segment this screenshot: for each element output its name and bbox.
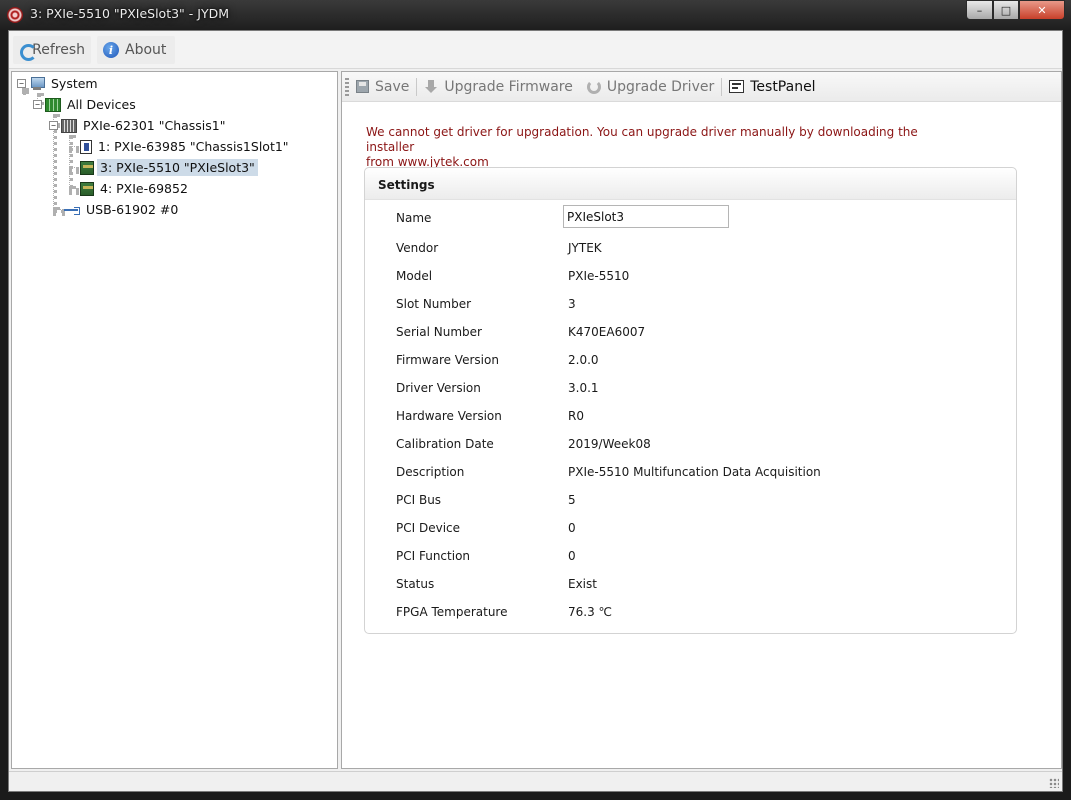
test-panel-icon [729,80,745,93]
settings-key: Hardware Version [396,409,502,423]
status-bar [9,771,1062,791]
refresh-label: Refresh [32,42,85,58]
settings-value: 76.3 ℃ [568,605,613,619]
settings-value: PXIe-5510 [568,269,630,283]
settings-value: R0 [568,409,584,423]
download-icon [424,79,438,94]
settings-value: 0 [568,521,576,535]
usb-icon [62,203,80,217]
main-window: Refresh i About − System − All Devices − [8,30,1063,792]
settings-value: 3 [568,297,576,311]
upgrade-firmware-label: Upgrade Firmware [444,78,573,95]
settings-key: Firmware Version [396,353,499,367]
settings-value: Exist [568,577,597,591]
tree-node-system[interactable]: − System [17,74,101,93]
info-icon: i [103,42,119,58]
computer-icon [29,76,45,91]
settings-value: 2.0.0 [568,353,599,367]
close-button[interactable]: ✕ [1019,0,1065,20]
device-detail-panel: Save Upgrade Firmware Upgrade Driver Tes… [341,71,1062,769]
settings-key: FPGA Temperature [396,605,508,619]
settings-value: 5 [568,493,576,507]
collapse-toggle-icon[interactable]: − [17,79,26,88]
driver-warning-message: We cannot get driver for upgradation. Yo… [366,125,926,170]
window-controls: – □ ✕ [966,0,1065,20]
tree-node-all-devices[interactable]: − All Devices [33,95,139,114]
devices-icon [45,97,61,112]
settings-key: PCI Function [396,549,471,563]
settings-value: 2019/Week08 [568,437,651,451]
tree-node-usb[interactable]: USB-61902 #0 [62,200,181,219]
about-button[interactable]: i About [97,36,175,64]
board-icon [80,160,94,175]
save-icon [356,80,369,93]
tree-node-slot1[interactable]: 1: PXIe-63985 "Chassis1Slot1" [80,137,292,156]
settings-value: PXIe-5510 Multifuncation Data Acquisitio… [568,465,821,479]
tree-node-slot4[interactable]: 4: PXIe-69852 [80,179,191,198]
settings-value: 3.0.1 [568,381,599,395]
testpanel-label: TestPanel [750,78,816,95]
save-label: Save [375,78,410,95]
tree-line [69,167,79,171]
app-logo-icon [7,7,23,23]
tree-node-label: 3: PXIe-5510 "PXIeSlot3" [97,159,258,176]
settings-key: Vendor [396,241,439,255]
chassis-icon [61,118,77,133]
settings-value: 0 [568,549,576,563]
tree-node-chassis[interactable]: − PXIe-62301 "Chassis1" [49,116,229,135]
collapse-toggle-icon[interactable]: − [33,100,42,109]
settings-key: Serial Number [396,325,482,339]
warning-line-1: We cannot get driver for upgradation. Yo… [366,125,918,154]
settings-key: Calibration Date [396,437,494,451]
board-icon [80,181,94,196]
collapse-toggle-icon[interactable]: − [49,121,58,130]
tree-node-label: All Devices [67,97,136,112]
refresh-icon [19,42,38,61]
settings-group: Settings Name Vendor JYTEK Model PXIe-55… [364,167,1017,634]
upgrade-firmware-button[interactable]: Upgrade Firmware [417,74,579,100]
tree-line [69,146,79,150]
upgrade-driver-icon [586,79,601,94]
tree-node-label: 4: PXIe-69852 [100,181,188,196]
testpanel-button[interactable]: TestPanel [722,74,822,100]
name-label: Name [396,211,432,225]
settings-key: Status [396,577,435,591]
tree-line [53,125,57,210]
settings-header: Settings [365,168,1016,200]
about-label: About [125,42,167,58]
window-title: 3: PXIe-5510 "PXIeSlot3" - JYDM [30,6,229,21]
settings-key: PCI Bus [396,493,442,507]
device-name-input[interactable] [563,205,729,228]
title-bar[interactable]: 3: PXIe-5510 "PXIeSlot3" - JYDM – □ ✕ [0,0,1071,30]
maximize-button[interactable]: □ [993,0,1019,20]
settings-key: Driver Version [396,381,481,395]
save-button[interactable]: Save [349,74,416,100]
upgrade-driver-button[interactable]: Upgrade Driver [580,74,721,100]
settings-key: Slot Number [396,297,472,311]
upgrade-driver-label: Upgrade Driver [606,78,715,95]
settings-value: JYTEK [568,241,602,255]
settings-key: Model [396,269,433,283]
module-card-icon [80,139,92,154]
minimize-button[interactable]: – [966,0,993,20]
refresh-button[interactable]: Refresh [13,36,91,64]
settings-value: K470EA6007 [568,325,646,339]
tree-node-label: USB-61902 #0 [86,202,179,217]
tree-line [69,135,73,189]
main-toolbar: Refresh i About [9,31,1062,69]
tree-node-label: System [51,76,98,91]
tree-line [69,188,79,192]
settings-key: Description [396,465,465,479]
settings-key: PCI Device [396,521,461,535]
tree-node-label: 1: PXIe-63985 "Chassis1Slot1" [98,139,289,154]
device-tree-panel: − System − All Devices − PXIe-62301 "Cha… [11,71,338,769]
tree-node-slot3[interactable]: 3: PXIe-5510 "PXIeSlot3" [80,158,258,177]
device-toolbar: Save Upgrade Firmware Upgrade Driver Tes… [342,72,1061,102]
resize-grip-icon[interactable] [1049,778,1059,788]
tree-node-label: PXIe-62301 "Chassis1" [83,118,226,133]
